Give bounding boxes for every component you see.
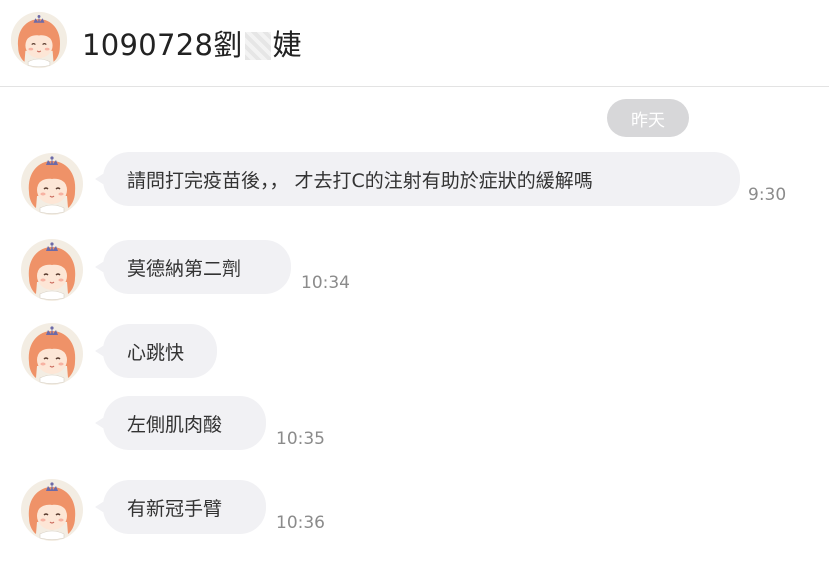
- redaction-block: [244, 32, 271, 60]
- contact-name-prefix: 1090728劉: [82, 28, 243, 62]
- message-text: 請問打完疫苗後，， 才去打C的注射有助於症狀的緩解嗎: [127, 169, 593, 192]
- avatar-icon[interactable]: [10, 9, 68, 71]
- message-text: 有新冠手臂: [127, 497, 223, 520]
- message-bubble[interactable]: 心跳快: [95, 324, 217, 378]
- message-text: 莫德納第二劑: [127, 257, 242, 280]
- message-bubble[interactable]: 請問打完疫苗後，， 才去打C的注射有助於症狀的緩解嗎: [95, 152, 740, 206]
- date-divider: 昨天: [607, 99, 689, 137]
- message-text: 心跳快: [127, 341, 185, 364]
- message-bubble[interactable]: 莫德納第二劑: [95, 240, 291, 294]
- message-bubble[interactable]: 左側肌肉酸: [95, 396, 266, 450]
- chat-window: 1090728劉婕 昨天 請問打完疫苗後，， 才去打C的注射有助於症狀的緩解嗎 …: [0, 0, 829, 562]
- message-text: 左側肌肉酸: [127, 413, 223, 436]
- message-time: 9:30: [748, 185, 787, 205]
- avatar-icon[interactable]: [20, 478, 84, 542]
- contact-name: 1090728劉婕: [82, 22, 302, 64]
- message-row: 有新冠手臂: [95, 480, 266, 534]
- avatar-icon[interactable]: [20, 322, 84, 386]
- message-row: 莫德納第二劑: [95, 240, 291, 294]
- message-row: 請問打完疫苗後，， 才去打C的注射有助於症狀的緩解嗎: [95, 152, 740, 206]
- message-bubble[interactable]: 有新冠手臂: [95, 480, 266, 534]
- date-divider-label: 昨天: [631, 110, 665, 131]
- avatar-icon[interactable]: [20, 152, 84, 216]
- message-row: 心跳快: [95, 324, 217, 378]
- contact-name-suffix: 婕: [272, 28, 302, 62]
- avatar-icon[interactable]: [20, 238, 84, 302]
- message-time: 10:35: [276, 429, 325, 449]
- message-time: 10:36: [276, 513, 325, 533]
- message-row: 左側肌肉酸: [95, 396, 266, 450]
- message-time: 10:34: [301, 273, 350, 293]
- chat-header: 1090728劉婕: [0, 0, 829, 87]
